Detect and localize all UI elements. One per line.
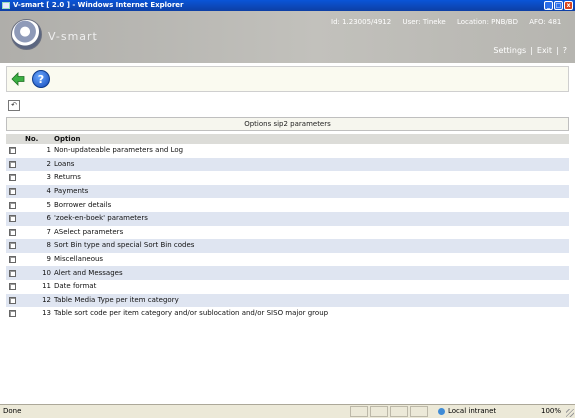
user-name: User: Tineke [402, 18, 446, 26]
table-header: No. Option [6, 134, 569, 144]
table-row[interactable]: 10 Alert and Messages [6, 266, 569, 280]
row-checkbox[interactable] [9, 242, 16, 250]
row-number: 3 [46, 173, 51, 182]
close-icon[interactable]: x [564, 1, 573, 10]
row-number: 4 [46, 187, 51, 196]
row-checkbox[interactable] [9, 174, 16, 182]
minimize-icon[interactable]: _ [544, 1, 553, 10]
row-option-link[interactable]: ASelect parameters [51, 226, 123, 239]
status-cell [370, 406, 388, 417]
app-header: V-smart Id: 1.23005/4912 User: Tineke Lo… [0, 11, 575, 63]
row-checkbox[interactable] [9, 160, 16, 168]
user-info: Id: 1.23005/4912 User: Tineke Location: … [331, 18, 570, 26]
row-number: 13 [42, 309, 51, 318]
browser-window: V-smart [ 2.0 ] - Windows Internet Explo… [0, 0, 575, 418]
row-number: 9 [46, 255, 51, 264]
afo-number: AFO: 481 [529, 18, 562, 26]
toolbar: ? [6, 66, 569, 92]
row-checkbox[interactable] [9, 201, 16, 209]
security-zone: Local intranet [438, 405, 496, 418]
row-checkbox[interactable] [9, 296, 16, 304]
settings-link[interactable]: Settings [493, 46, 526, 55]
row-checkbox[interactable] [9, 256, 16, 264]
row-number: 7 [46, 227, 51, 236]
table-row[interactable]: 7 ASelect parameters [6, 225, 569, 240]
row-checkbox[interactable] [9, 310, 16, 318]
row-checkbox[interactable] [9, 188, 16, 196]
options-panel: Options sip2 parameters No. Option 1 Non-… [6, 117, 569, 321]
title-bar: V-smart [ 2.0 ] - Windows Internet Explo… [0, 0, 575, 11]
panel-caption: Options sip2 parameters [6, 117, 569, 131]
undo-icon[interactable]: ↶ [8, 100, 20, 111]
row-option-link[interactable]: Returns [51, 171, 81, 184]
session-id: Id: 1.23005/4912 [331, 18, 392, 26]
row-option-link[interactable]: Sort Bin type and special Sort Bin codes [51, 239, 194, 252]
row-option-link[interactable]: Payments [51, 185, 88, 198]
row-number: 1 [46, 146, 51, 155]
row-number: 11 [42, 282, 51, 291]
row-option-link[interactable]: Alert and Messages [51, 267, 123, 280]
table-body: 1 Non-updateable parameters and Log 2 Loans… [6, 144, 569, 321]
row-number: 12 [42, 295, 51, 304]
row-number: 2 [46, 159, 51, 168]
status-cell [350, 406, 368, 417]
table-row[interactable]: 1 Non-updateable parameters and Log [6, 144, 569, 158]
row-option-link[interactable]: Date format [51, 280, 96, 293]
row-number: 5 [46, 200, 51, 209]
exit-link[interactable]: Exit [537, 46, 552, 55]
app-name: V-smart [48, 30, 98, 43]
row-checkbox[interactable] [9, 215, 16, 223]
table-row[interactable]: 5 Borrower details [6, 198, 569, 212]
ie-icon [2, 2, 10, 9]
vsmart-logo [11, 19, 42, 50]
row-number: 10 [42, 268, 51, 277]
row-option-link[interactable]: Non-updateable parameters and Log [51, 144, 183, 157]
menu-separator: | [530, 46, 533, 55]
globe-icon [438, 407, 445, 415]
table-row[interactable]: 12 Table Media Type per item category [6, 293, 569, 308]
row-option-link[interactable]: Loans [51, 158, 74, 171]
column-header-no: No. [25, 135, 39, 143]
row-option-link[interactable]: Borrower details [51, 199, 111, 212]
location: Location: PNB/BD [456, 18, 518, 26]
question-mark-icon[interactable]: ? [32, 70, 50, 88]
menu-separator: | [556, 46, 559, 55]
row-checkbox[interactable] [9, 228, 16, 236]
status-bar: Done Local intranet 100% [0, 404, 575, 418]
table-row[interactable]: 3 Returns [6, 171, 569, 185]
column-header-option: Option [54, 135, 81, 143]
status-cell [390, 406, 408, 417]
row-checkbox[interactable] [9, 269, 16, 277]
table-row[interactable]: 4 Payments [6, 184, 569, 199]
row-number: 8 [46, 241, 51, 250]
row-option-link[interactable]: Table Media Type per item category [51, 294, 179, 307]
zoom-level[interactable]: 100% [541, 405, 561, 418]
zone-label: Local intranet [448, 407, 497, 415]
arrow-left-icon[interactable] [11, 72, 25, 86]
help-link[interactable]: ? [563, 46, 567, 55]
row-checkbox[interactable] [9, 283, 16, 291]
table-row[interactable]: 6'zoek-en-boek' parameters [6, 211, 569, 226]
table-row[interactable]: 9 Miscellaneous [6, 252, 569, 267]
table-row[interactable]: 2 Loans [6, 157, 569, 172]
row-checkbox[interactable] [9, 147, 16, 155]
maximize-icon[interactable]: □ [554, 1, 563, 10]
resize-grip-icon[interactable] [566, 409, 574, 417]
row-option-link[interactable]: Miscellaneous [51, 253, 103, 266]
row-option-link[interactable]: Table sort code per item category and/or… [51, 307, 328, 320]
status-cell [410, 406, 428, 417]
row-option-link[interactable]: 'zoek-en-boek' parameters [51, 212, 148, 225]
header-menu: Settings | Exit |? [493, 46, 567, 55]
window-title: V-smart [ 2.0 ] - Windows Internet Explo… [13, 1, 184, 9]
status-text: Done [3, 407, 22, 415]
row-number: 6 [46, 214, 51, 223]
table-row[interactable]: 13 Table sort code per item category and/… [6, 307, 569, 321]
table-row[interactable]: 11 Date format [6, 279, 569, 294]
table-row[interactable]: 8 Sort Bin type and special Sort Bin code… [6, 239, 569, 253]
